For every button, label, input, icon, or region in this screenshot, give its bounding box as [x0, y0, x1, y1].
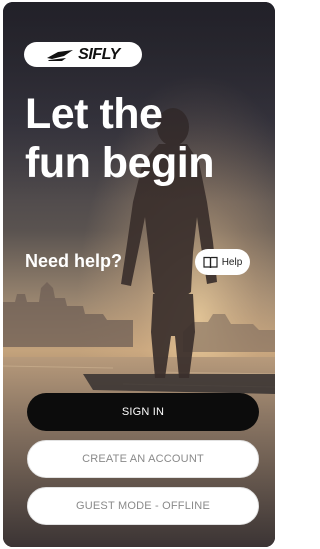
- app-screen: SIFLY Let the fun begin Need help? Help …: [3, 2, 275, 547]
- brand-logo-text: SIFLY: [78, 45, 120, 63]
- hero-headline: Let the fun begin: [25, 90, 214, 188]
- brand-logo: SIFLY: [24, 42, 142, 67]
- book-icon: [203, 256, 218, 268]
- sign-in-label: SIGN IN: [121, 406, 165, 418]
- sign-in-button[interactable]: SIGN IN: [27, 393, 259, 431]
- sifly-logo-mark-icon: [47, 49, 74, 61]
- help-button[interactable]: Help: [195, 249, 250, 275]
- guest-mode-label: GUEST MODE - OFFLINE: [76, 500, 210, 512]
- need-help-label: Need help?: [25, 251, 123, 271]
- create-account-label: CREATE AN ACCOUNT: [82, 453, 204, 465]
- hero-line-1: Let the: [25, 90, 163, 138]
- help-button-label: Help: [221, 256, 243, 268]
- hero-line-2: fun begin: [25, 139, 214, 187]
- guest-mode-button[interactable]: GUEST MODE - OFFLINE: [27, 487, 259, 525]
- create-account-button[interactable]: CREATE AN ACCOUNT: [27, 440, 259, 478]
